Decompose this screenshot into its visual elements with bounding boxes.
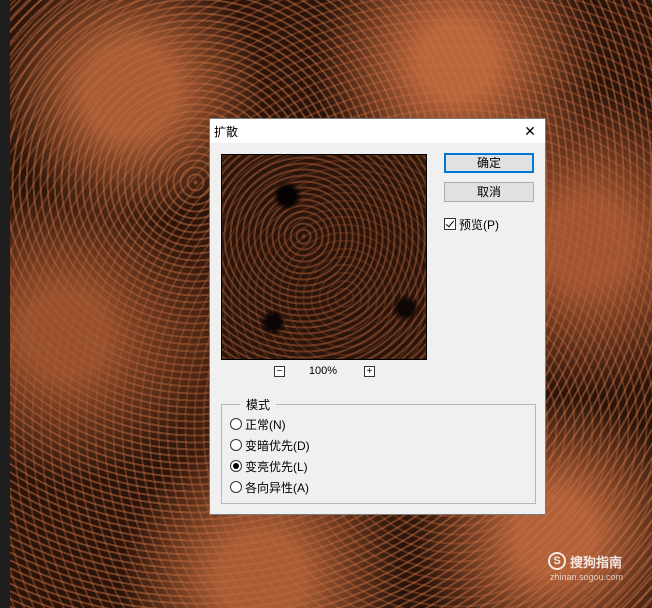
zoom-controls: − 100% + bbox=[221, 365, 427, 381]
cancel-button[interactable]: 取消 bbox=[444, 182, 534, 202]
mode-radio-lighten-only[interactable] bbox=[230, 460, 242, 472]
zoom-level: 100% bbox=[308, 365, 338, 377]
filter-preview[interactable] bbox=[221, 154, 427, 360]
sogou-logo-icon: S bbox=[548, 552, 566, 570]
preview-checkbox-row[interactable]: 预览(P) bbox=[444, 216, 499, 232]
mode-option-darken-only[interactable]: 变暗优先(D) bbox=[230, 436, 310, 454]
mode-radio-darken-only[interactable] bbox=[230, 439, 242, 451]
dialog-titlebar: 扩散 ✕ bbox=[210, 119, 545, 143]
mode-option-label: 正常(N) bbox=[245, 417, 286, 432]
left-panel-edge bbox=[0, 0, 10, 608]
ok-button[interactable]: 确定 bbox=[444, 153, 534, 173]
mode-option-anisotropic[interactable]: 各向异性(A) bbox=[230, 478, 309, 496]
preview-checkbox[interactable] bbox=[444, 218, 456, 230]
mode-option-normal[interactable]: 正常(N) bbox=[230, 415, 286, 433]
zoom-out-button[interactable]: − bbox=[274, 366, 285, 377]
watermark-brand: 搜狗指南 bbox=[570, 555, 623, 570]
preview-checkbox-label: 预览(P) bbox=[459, 217, 499, 232]
mode-option-label: 变亮优先(L) bbox=[245, 459, 308, 474]
zoom-in-button[interactable]: + bbox=[364, 366, 375, 377]
watermark-url: zhinan.sogou.com bbox=[550, 572, 624, 582]
dialog-title: 扩散 bbox=[214, 125, 239, 139]
close-icon[interactable]: ✕ bbox=[515, 119, 545, 143]
mode-option-label: 变暗优先(D) bbox=[245, 438, 310, 453]
mode-radio-anisotropic[interactable] bbox=[230, 481, 242, 493]
mode-option-label: 各向异性(A) bbox=[245, 480, 309, 495]
mode-radio-normal[interactable] bbox=[230, 418, 242, 430]
mode-option-lighten-only[interactable]: 变亮优先(L) bbox=[230, 457, 308, 475]
mode-legend: 模式 bbox=[240, 396, 277, 413]
diffuse-dialog: 扩散 ✕ − 100% + 确定 取消 预览(P) 模式 正常(N) 变暗优先(… bbox=[209, 118, 546, 515]
mode-group: 模式 正常(N) 变暗优先(D) 变亮优先(L) 各向异性(A) bbox=[221, 396, 536, 504]
